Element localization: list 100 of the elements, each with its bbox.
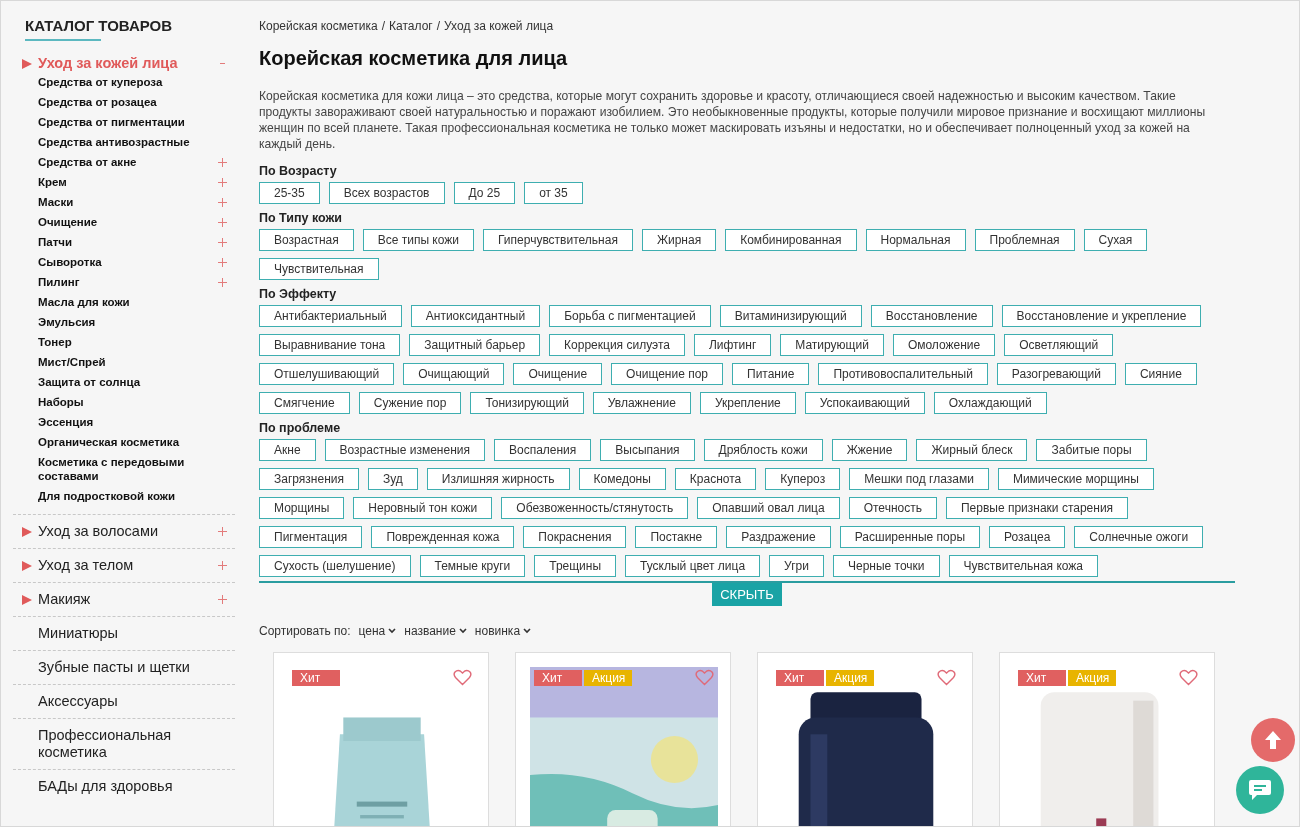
- filter-chip[interactable]: Раздражение: [726, 526, 831, 548]
- filter-chip[interactable]: Комбинированная: [725, 229, 857, 251]
- filter-chip[interactable]: Гиперчувствительная: [483, 229, 633, 251]
- filter-chip[interactable]: Противовоспалительный: [818, 363, 988, 385]
- subcategory-link[interactable]: Средства от акне: [38, 155, 214, 169]
- subcategory-link[interactable]: Средства от розацеа: [38, 95, 227, 109]
- subcategory-link[interactable]: Сыворотка: [38, 255, 214, 269]
- filter-chip[interactable]: Высыпания: [600, 439, 695, 461]
- sort-option[interactable]: новинка: [474, 624, 532, 638]
- filter-chip[interactable]: Загрязнения: [259, 468, 359, 490]
- category-link[interactable]: Зубные пасты и щетки: [38, 659, 227, 676]
- subcategory-link[interactable]: Очищение: [38, 215, 214, 229]
- filter-chip[interactable]: Коррекция силуэта: [549, 334, 685, 356]
- filter-chip[interactable]: Отечность: [848, 497, 937, 519]
- subcategory-link[interactable]: Пилинг: [38, 275, 214, 289]
- filter-chip[interactable]: Проблемная: [974, 229, 1075, 251]
- category-link[interactable]: Макияж: [38, 591, 214, 608]
- filter-chip[interactable]: Розацеа: [989, 526, 1066, 548]
- filter-chip[interactable]: Трещины: [534, 555, 617, 577]
- breadcrumb-link[interactable]: Каталог: [389, 19, 433, 33]
- plus-icon[interactable]: [218, 561, 227, 570]
- plus-icon[interactable]: [218, 197, 227, 207]
- filter-chip[interactable]: Тусклый цвет лица: [625, 555, 761, 577]
- filter-chip[interactable]: Обезвоженность/стянутость: [501, 497, 689, 519]
- filter-chip[interactable]: Излишняя жирность: [426, 468, 570, 490]
- filter-chip[interactable]: Дряблость кожи: [703, 439, 823, 461]
- filter-chip[interactable]: Смягчение: [259, 392, 350, 414]
- filter-chip[interactable]: Поврежденная кожа: [371, 526, 515, 548]
- subcategory-link[interactable]: Косметика с передовыми составами: [38, 455, 227, 483]
- filter-chip[interactable]: Омоложение: [892, 334, 996, 356]
- plus-icon[interactable]: [218, 157, 227, 167]
- category-link[interactable]: Профессиональная косметика: [38, 727, 227, 761]
- subcategory-link[interactable]: Маски: [38, 195, 214, 209]
- plus-icon[interactable]: [218, 527, 227, 536]
- filter-chip[interactable]: Укрепление: [699, 392, 796, 414]
- filter-chip[interactable]: Увлажнение: [592, 392, 691, 414]
- filter-chip[interactable]: Неровный тон кожи: [353, 497, 493, 519]
- filter-chip[interactable]: Купероз: [765, 468, 841, 490]
- filter-chip[interactable]: Сухая: [1083, 229, 1148, 251]
- filter-chip[interactable]: Опавший овал лица: [697, 497, 840, 519]
- subcategory-link[interactable]: Патчи: [38, 235, 214, 249]
- filter-chip[interactable]: Все типы кожи: [362, 229, 474, 251]
- filter-chip[interactable]: Нормальная: [865, 229, 966, 251]
- filter-chip[interactable]: Защитный барьер: [409, 334, 541, 356]
- filter-chip[interactable]: Всех возрастов: [328, 182, 445, 204]
- filter-chip[interactable]: Очищение: [513, 363, 603, 385]
- subcategory-link[interactable]: Наборы: [38, 395, 227, 409]
- filter-chip[interactable]: Антибактериальный: [259, 305, 402, 327]
- filter-chip[interactable]: Очищающий: [403, 363, 505, 385]
- filter-chip[interactable]: Угри: [769, 555, 824, 577]
- heart-icon[interactable]: [453, 669, 472, 686]
- sort-option[interactable]: название: [404, 624, 467, 638]
- subcategory-link[interactable]: Органическая косметика: [38, 435, 227, 449]
- filter-chip[interactable]: Возрастная: [259, 229, 354, 251]
- filter-chip[interactable]: Постакне: [635, 526, 718, 548]
- filter-chip[interactable]: Питание: [732, 363, 810, 385]
- filter-chip[interactable]: Жжение: [831, 439, 908, 461]
- plus-icon[interactable]: [218, 277, 227, 287]
- subcategory-link[interactable]: Мист/Спрей: [38, 355, 227, 369]
- filter-chip[interactable]: Тонизирующий: [470, 392, 584, 414]
- filter-chip[interactable]: Зуд: [367, 468, 418, 490]
- breadcrumb-link[interactable]: Уход за кожей лица: [444, 19, 554, 33]
- category-link[interactable]: Аксессуары: [38, 693, 227, 710]
- subcategory-link[interactable]: Крем: [38, 175, 214, 189]
- filter-chip[interactable]: Выравнивание тона: [259, 334, 401, 356]
- filter-chip[interactable]: Возрастные изменения: [324, 439, 485, 461]
- category-link[interactable]: Миниатюры: [38, 625, 227, 642]
- filter-chip[interactable]: Восстановление и укрепление: [1001, 305, 1202, 327]
- filter-chip[interactable]: Воспаления: [493, 439, 592, 461]
- filter-chip[interactable]: Отшелушивающий: [259, 363, 395, 385]
- filter-chip[interactable]: Восстановление: [870, 305, 993, 327]
- filter-chip[interactable]: Антиоксидантный: [410, 305, 541, 327]
- filter-chip[interactable]: Охлаждающий: [933, 392, 1047, 414]
- filter-chip[interactable]: Борьба с пигментацией: [549, 305, 711, 327]
- filter-chip[interactable]: Покраснения: [523, 526, 627, 548]
- filter-chip[interactable]: Чувствительная: [259, 258, 379, 280]
- filter-chip[interactable]: Матирующий: [780, 334, 884, 356]
- subcategory-link[interactable]: Защита от солнца: [38, 375, 227, 389]
- plus-icon[interactable]: [218, 595, 227, 604]
- heart-icon[interactable]: [695, 669, 714, 686]
- filter-chip[interactable]: Осветляющий: [1004, 334, 1114, 356]
- sort-option[interactable]: цена: [358, 624, 397, 638]
- filter-chip[interactable]: Темные круги: [419, 555, 526, 577]
- filter-chip[interactable]: Чувствительная кожа: [948, 555, 1098, 577]
- subcategory-link[interactable]: Для подростковой кожи: [38, 489, 227, 503]
- category-link[interactable]: БАДы для здоровья: [38, 778, 227, 795]
- filter-chip[interactable]: Разогревающий: [996, 363, 1116, 385]
- filter-chip[interactable]: Мешки под глазами: [849, 468, 989, 490]
- filter-chip[interactable]: Морщины: [259, 497, 345, 519]
- subcategory-link[interactable]: Эссенция: [38, 415, 227, 429]
- filter-chip[interactable]: Расширенные поры: [839, 526, 981, 548]
- filter-chip[interactable]: Лифтинг: [693, 334, 772, 356]
- subcategory-link[interactable]: Тонер: [38, 335, 227, 349]
- plus-icon[interactable]: [218, 177, 227, 187]
- filter-chip[interactable]: Очищение пор: [611, 363, 723, 385]
- filter-chip[interactable]: Комедоны: [578, 468, 666, 490]
- filter-chip[interactable]: Сужение пор: [358, 392, 462, 414]
- heart-icon[interactable]: [937, 669, 956, 686]
- filter-chip[interactable]: Акне: [259, 439, 316, 461]
- filter-chip[interactable]: Жирная: [641, 229, 717, 251]
